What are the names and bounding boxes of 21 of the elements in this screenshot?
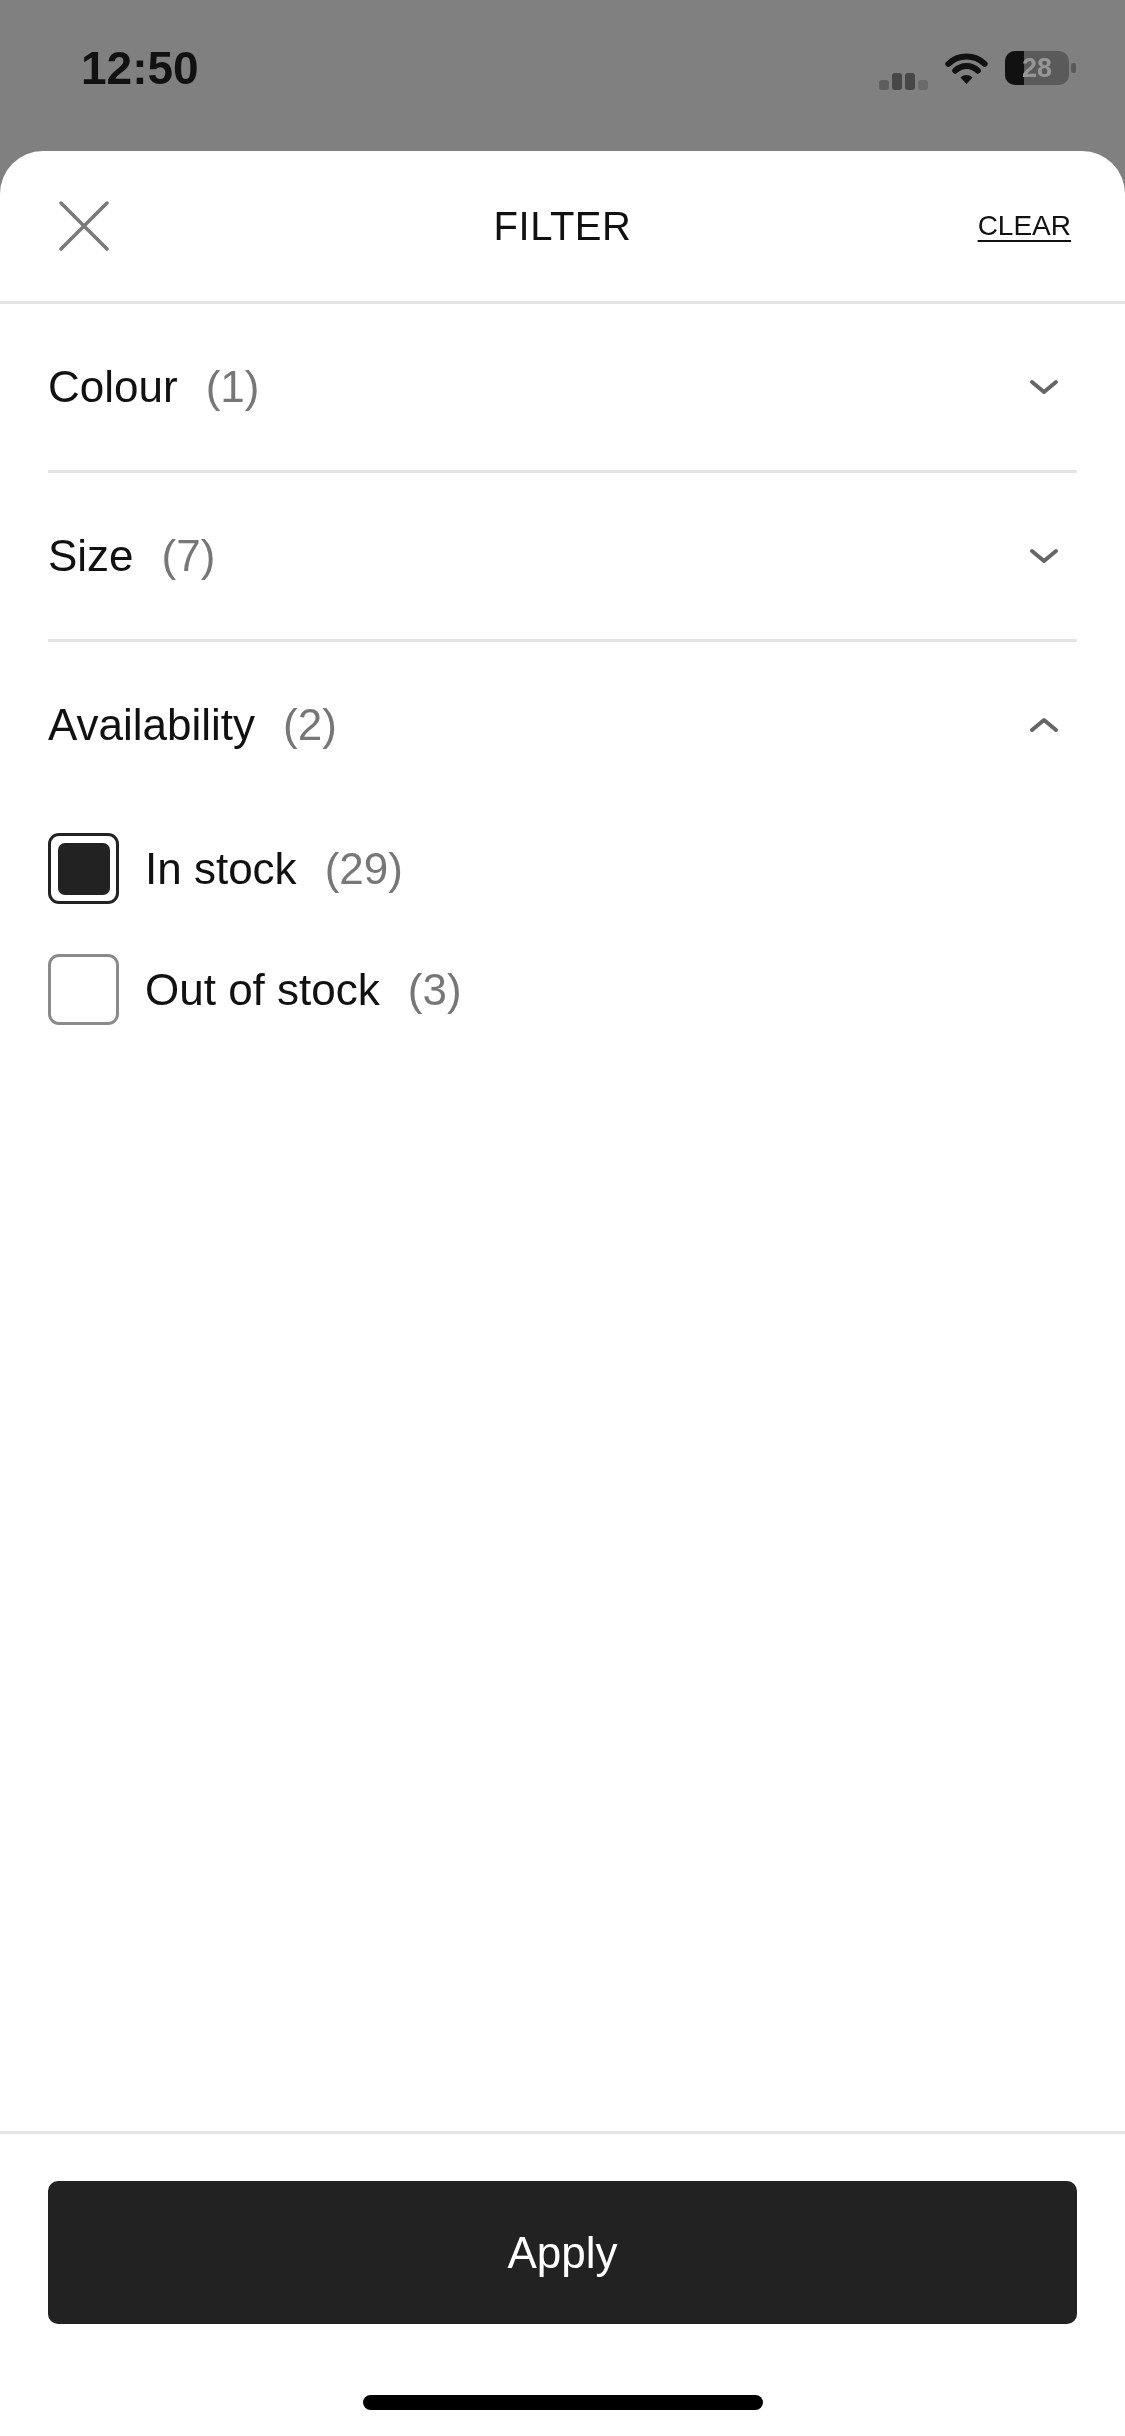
- chevron-down-icon[interactable]: [1029, 548, 1059, 564]
- clear-link[interactable]: CLEAR: [977, 210, 1071, 242]
- option-label: Out of stock: [145, 964, 380, 1015]
- status-time: 12:50: [81, 45, 199, 91]
- section-count: (2): [283, 700, 337, 750]
- section-title: Availability: [48, 700, 256, 750]
- option-count: (29): [324, 843, 403, 894]
- checkbox[interactable]: [48, 954, 119, 1025]
- checkbox[interactable]: [48, 833, 119, 904]
- section-title: Size: [48, 531, 134, 581]
- sheet-title: FILTER: [493, 203, 632, 249]
- section-count: (1): [205, 362, 260, 412]
- option-count: (3): [407, 964, 462, 1015]
- section-title: Colour: [48, 362, 178, 412]
- option-label: In stock: [145, 843, 297, 894]
- close-icon[interactable]: [59, 201, 109, 251]
- apply-button[interactable]: Apply: [48, 2181, 1077, 2324]
- chevron-up-icon[interactable]: [1029, 717, 1059, 733]
- wifi-icon: [944, 51, 989, 85]
- chevron-down-icon[interactable]: [1029, 379, 1059, 395]
- section-count: (7): [161, 531, 216, 581]
